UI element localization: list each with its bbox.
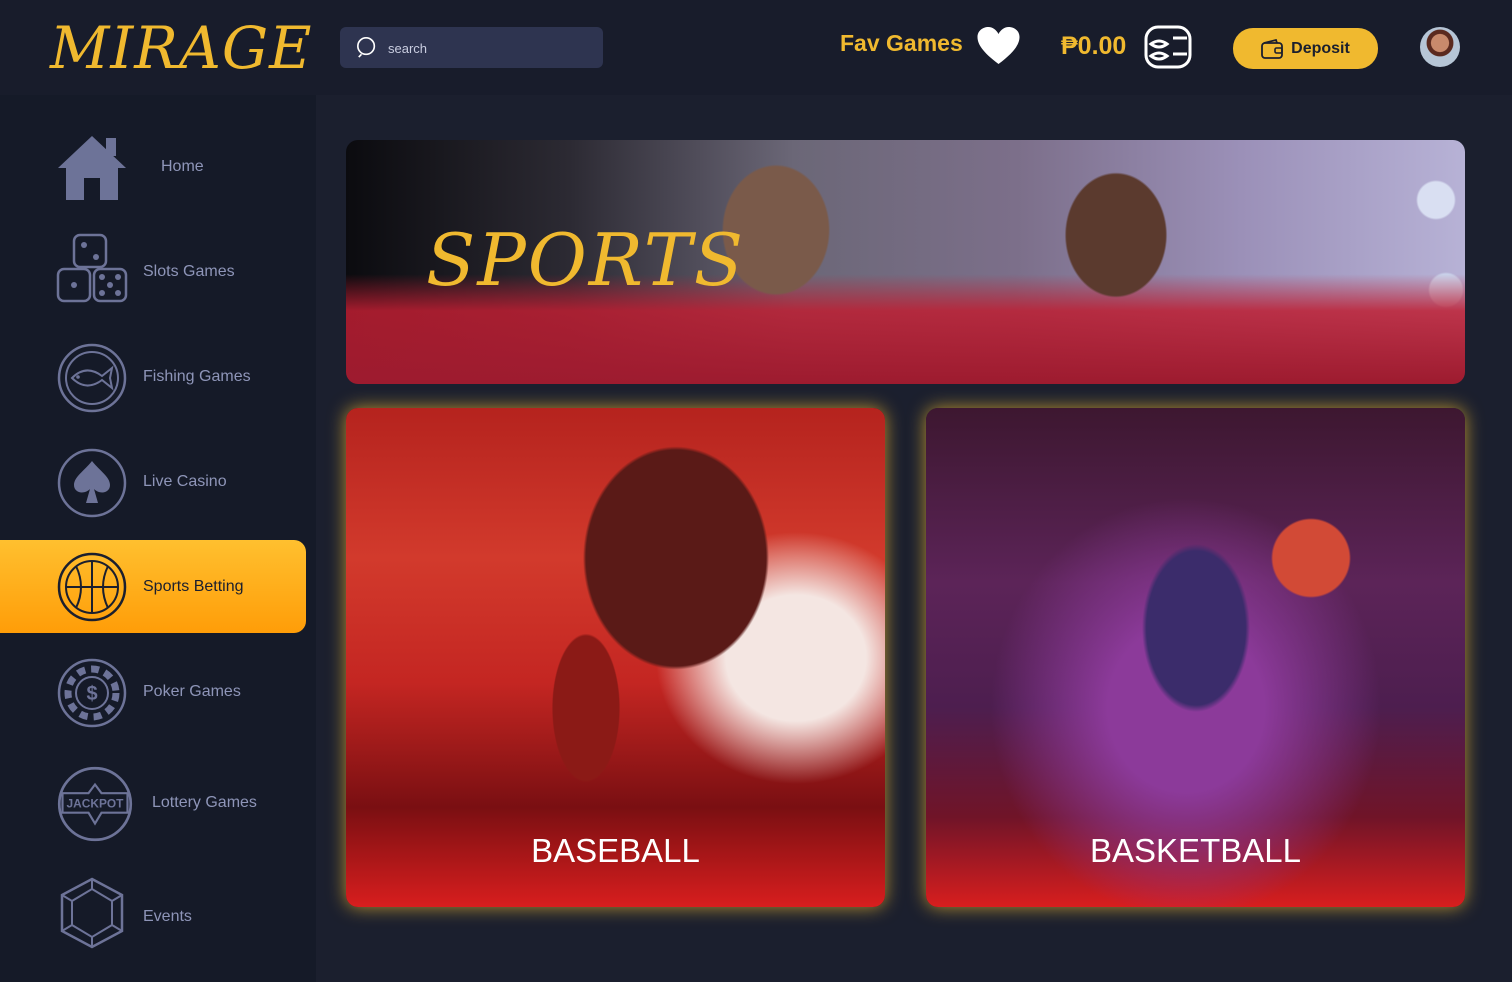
home-icon (58, 136, 126, 200)
poker-chip-icon: $ (57, 658, 127, 728)
search-icon (357, 37, 376, 58)
sidebar-item-events[interactable]: Events (0, 865, 306, 958)
sidebar-item-label: Slots Games (143, 263, 235, 280)
fav-games-label[interactable]: Fav Games (840, 30, 963, 57)
sports-banner[interactable]: SPORTS (346, 140, 1465, 384)
basketball-card[interactable]: BASKETBALL (926, 408, 1465, 907)
card-label: BASKETBALL (1090, 832, 1301, 869)
wallet-icon (1261, 38, 1284, 59)
sidebar-item-sports-betting[interactable]: Sports Betting (0, 540, 306, 633)
spade-icon (57, 448, 127, 518)
card-label: BASEBALL (531, 832, 700, 869)
avatar[interactable] (1420, 27, 1460, 67)
sidebar-item-fishing[interactable]: Fishing Games (0, 330, 306, 423)
search-input[interactable] (386, 37, 590, 59)
balance-amount: ₱0.00 (1061, 32, 1127, 60)
heart-icon[interactable] (976, 26, 1021, 66)
sidebar-item-label: Lottery Games (152, 794, 257, 811)
sidebar-item-label: Home (161, 158, 204, 175)
svg-text:JACKPOT: JACKPOT (67, 796, 125, 810)
sidebar-item-slots[interactable]: Slots Games (0, 225, 306, 318)
baseball-card[interactable]: BASEBALL (346, 408, 885, 907)
sidebar-item-home[interactable]: Home (0, 120, 306, 213)
sidebar-item-live-casino[interactable]: Live Casino (0, 435, 306, 528)
sidebar: Home Slots Games Fishing Games Live Casi… (0, 95, 316, 982)
jackpot-icon: JACKPOT (57, 766, 133, 842)
basketball-icon (57, 552, 127, 622)
sidebar-item-label: Poker Games (143, 683, 241, 700)
sidebar-item-label: Live Casino (143, 473, 227, 490)
search-box[interactable] (340, 27, 603, 68)
fish-icon (57, 343, 127, 413)
sidebar-item-label: Events (143, 908, 192, 925)
mirage-logo[interactable]: MIRAGE (50, 14, 313, 82)
gem-icon (60, 877, 124, 949)
sidebar-item-poker[interactable]: $ Poker Games (0, 645, 306, 738)
dice-icon (56, 233, 128, 303)
top-bar: MIRAGE Fav Games ₱0.00 Deposit (0, 0, 1512, 95)
svg-text:$: $ (86, 683, 97, 705)
banner-title: SPORTS (426, 218, 746, 302)
deposit-button[interactable]: Deposit (1233, 28, 1378, 69)
chips-icon[interactable] (1143, 24, 1193, 70)
sidebar-item-lottery[interactable]: JACKPOT Lottery Games (0, 750, 306, 843)
deposit-label: Deposit (1291, 39, 1350, 57)
sidebar-item-label: Sports Betting (143, 578, 244, 595)
sidebar-item-label: Fishing Games (143, 368, 251, 385)
